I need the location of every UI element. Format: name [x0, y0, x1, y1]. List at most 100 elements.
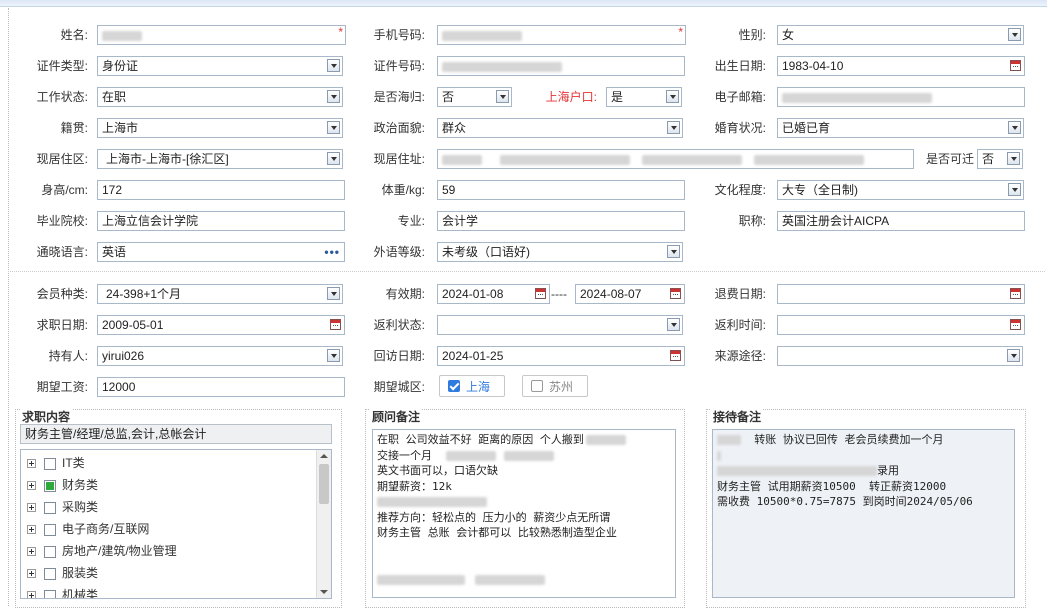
foreign-select[interactable]: 未考级（口语好) [437, 242, 683, 262]
refund-date-field[interactable] [777, 284, 1025, 304]
expand-icon[interactable] [27, 569, 36, 579]
chevron-down-icon[interactable] [327, 59, 340, 72]
valid-to-field[interactable]: 2024-08-07 [575, 284, 685, 304]
city-option-suzhou[interactable]: 苏州 [522, 375, 588, 397]
title-label: 职称: [738, 214, 766, 228]
expand-icon[interactable] [27, 481, 36, 491]
name-field[interactable]: * [97, 25, 346, 45]
city-option-shanghai[interactable]: 上海 [439, 375, 505, 397]
scroll-up-icon[interactable] [320, 454, 328, 458]
language-label: 通晓语言: [36, 245, 88, 259]
chevron-down-icon[interactable] [327, 121, 340, 134]
major-field[interactable]: 会计学 [437, 211, 685, 231]
valid-from-field[interactable]: 2024-01-08 [437, 284, 550, 304]
phone-field[interactable]: * [437, 25, 686, 45]
checkbox-checked-icon[interactable] [448, 380, 460, 392]
chevron-down-icon[interactable] [1008, 183, 1021, 196]
workstatus-select[interactable]: 在职 [97, 87, 343, 107]
returnee-select[interactable]: 否 [437, 87, 512, 107]
rebate-status-select[interactable] [437, 315, 683, 335]
salary-field[interactable]: 12000 [97, 377, 345, 397]
tree-item-ecommerce[interactable]: 电子商务/互联网 [27, 518, 149, 540]
chevron-down-icon[interactable] [327, 152, 340, 165]
calendar-icon[interactable] [1010, 60, 1021, 71]
note-line: 英文书面可以，口语欠缺 [377, 464, 498, 477]
chevron-down-icon[interactable] [327, 90, 340, 103]
expand-icon[interactable] [27, 503, 36, 513]
tree-item-apparel[interactable]: 服装类 [27, 562, 98, 584]
birth-date-field[interactable]: 1983-04-10 [777, 56, 1025, 76]
chevron-down-icon[interactable] [1008, 121, 1021, 134]
political-select[interactable]: 群众 [437, 118, 683, 138]
chevron-down-icon[interactable] [1007, 349, 1020, 362]
school-label: 毕业院校: [36, 214, 88, 228]
checkbox-icon[interactable] [44, 457, 56, 470]
job-category-tree[interactable]: IT类 财务类 采购类 电子商务/互联网 房地产/建筑/物业管理 服装类 机械类 [20, 449, 332, 599]
marital-select[interactable]: 已婚已育 [777, 118, 1024, 138]
gender-select[interactable]: 女 [777, 25, 1024, 45]
district-label: 现居住区: [36, 152, 88, 166]
relocate-select[interactable]: 否 [977, 149, 1023, 169]
tree-item-realestate[interactable]: 房地产/建筑/物业管理 [27, 540, 177, 562]
weight-field[interactable]: 59 [437, 180, 685, 200]
redacted-value [442, 154, 482, 165]
reception-notes-textarea[interactable]: 转账 协议已回传 老会员续费加一个月 录用 财务主管 试用期薪资10500 转正… [712, 429, 1015, 598]
checkbox-icon[interactable] [44, 567, 56, 580]
education-select[interactable]: 大专（全日制) [777, 180, 1024, 200]
checkbox-icon[interactable] [44, 501, 56, 514]
native-select[interactable]: 上海市 [97, 118, 343, 138]
checkbox-partial-icon[interactable] [44, 479, 56, 492]
note-line [377, 494, 671, 510]
tree-item-machinery[interactable]: 机械类 [27, 584, 98, 598]
rebate-time-field[interactable] [777, 315, 1025, 335]
school-field[interactable]: 上海立信会计学院 [97, 211, 345, 231]
checkbox-icon[interactable] [44, 523, 56, 536]
height-field[interactable]: 172 [97, 180, 345, 200]
chevron-down-icon[interactable] [327, 287, 340, 300]
checkbox-icon[interactable] [44, 589, 56, 598]
calendar-icon[interactable] [670, 350, 681, 361]
chevron-down-icon[interactable] [1007, 152, 1020, 165]
note-line [377, 556, 671, 572]
calendar-icon[interactable] [1010, 288, 1021, 299]
member-type-select[interactable]: 24-398+1个月 [97, 284, 343, 304]
chevron-down-icon[interactable] [667, 318, 680, 331]
panel-title: 接待备注 [711, 408, 764, 425]
tree-item-it[interactable]: IT类 [27, 452, 85, 474]
checkbox-icon[interactable] [44, 545, 56, 558]
calendar-icon[interactable] [670, 288, 681, 299]
chevron-down-icon[interactable] [327, 349, 340, 362]
checkbox-icon[interactable] [531, 380, 543, 392]
expand-icon[interactable] [27, 525, 36, 535]
district-select[interactable]: 上海市-上海市-[徐汇区] [97, 149, 343, 169]
expand-icon[interactable] [27, 591, 36, 598]
tree-scrollbar[interactable] [316, 450, 331, 598]
chevron-down-icon[interactable] [667, 121, 680, 134]
email-field[interactable] [777, 87, 1025, 107]
chevron-down-icon[interactable] [667, 245, 680, 258]
scroll-thumb[interactable] [319, 464, 329, 504]
expand-icon[interactable] [27, 459, 36, 469]
chevron-down-icon[interactable] [496, 90, 509, 103]
address-field[interactable] [437, 149, 914, 169]
language-field[interactable]: 英语 ••• [97, 242, 345, 262]
holder-select[interactable]: yirui026 [97, 346, 343, 366]
scroll-down-icon[interactable] [320, 590, 328, 594]
calendar-icon[interactable] [535, 288, 546, 299]
idtype-select[interactable]: 身份证 [97, 56, 343, 76]
hukou-select[interactable]: 是 [606, 87, 682, 107]
more-options-icon[interactable]: ••• [324, 243, 340, 261]
chevron-down-icon[interactable] [666, 90, 679, 103]
tree-item-finance[interactable]: 财务类 [27, 474, 98, 496]
chevron-down-icon[interactable] [1008, 28, 1021, 41]
visit-date-field[interactable]: 2024-01-25 [437, 346, 685, 366]
expand-icon[interactable] [27, 547, 36, 557]
source-select[interactable] [777, 346, 1023, 366]
idno-field[interactable] [437, 56, 685, 76]
jobdate-field[interactable]: 2009-05-01 [97, 315, 345, 335]
advisor-notes-textarea[interactable]: 在职 公司效益不好 距离的原因 个人搬到 交接一个月 英文书面可以，口语欠缺 期… [372, 429, 676, 598]
tree-item-purchasing[interactable]: 采购类 [27, 496, 98, 518]
calendar-icon[interactable] [330, 319, 341, 330]
title-field[interactable]: 英国注册会计AICPA [777, 211, 1025, 231]
calendar-icon[interactable] [1010, 319, 1021, 330]
